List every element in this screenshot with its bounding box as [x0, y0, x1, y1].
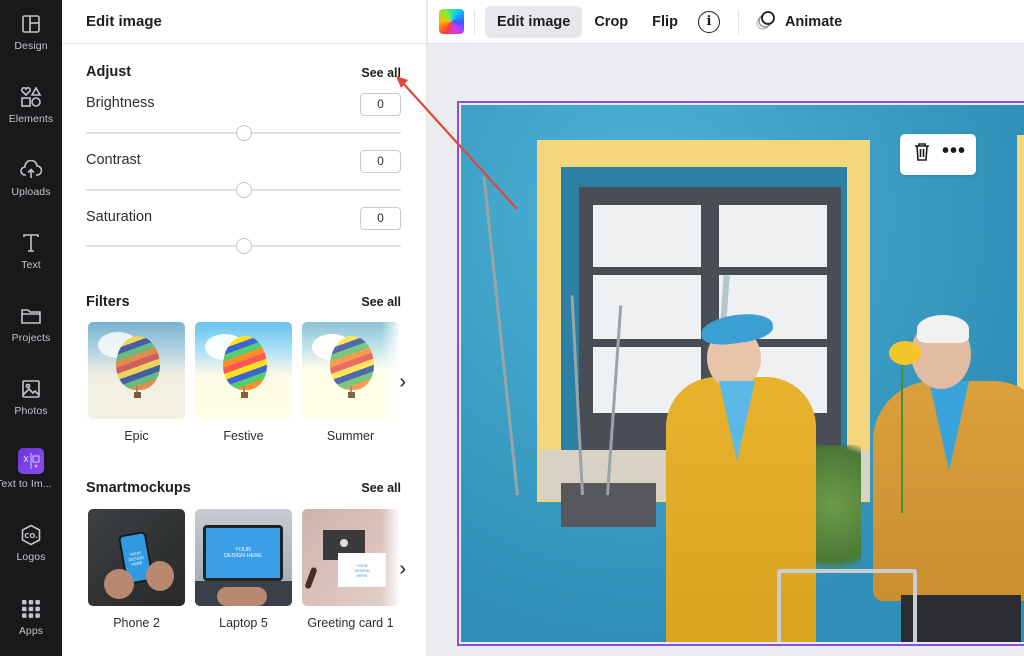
saturation-value-input[interactable]: 0	[360, 207, 401, 230]
svg-text:CO.: CO.	[24, 532, 38, 540]
element-float-menu: •••	[900, 134, 976, 175]
contrast-value-input[interactable]: 0	[360, 150, 401, 173]
logo-hexagon-icon: CO.	[19, 523, 43, 547]
filter-epic[interactable]: Epic	[88, 322, 185, 443]
filter-thumbnail	[195, 322, 292, 419]
folder-icon	[19, 304, 43, 328]
text-icon	[19, 231, 43, 255]
brightness-value-input[interactable]: 0	[360, 93, 401, 116]
mockup-label: Greeting card 1	[307, 616, 394, 630]
adjust-see-all-link[interactable]: See all	[361, 66, 401, 80]
rail-item-projects[interactable]: Projects	[0, 304, 62, 364]
filter-festive[interactable]: Festive	[195, 322, 292, 443]
saturation-label: Saturation	[86, 209, 153, 225]
filter-label: Festive	[223, 429, 264, 443]
filter-label: Summer	[326, 429, 375, 443]
slider-thumb[interactable]	[235, 238, 252, 254]
info-glyph: i	[706, 14, 712, 29]
rail-item-design[interactable]: Design	[0, 12, 62, 72]
design-canvas[interactable]: •••	[428, 45, 1024, 656]
mockup-thumbnail: YOUR DESIGN HERE	[88, 509, 185, 606]
rail-label: Projects	[11, 332, 51, 344]
adjust-title: Adjust	[86, 64, 132, 80]
mockup-phone-2[interactable]: YOUR DESIGN HERE Phone 2	[88, 509, 185, 630]
cloud-upload-icon	[19, 158, 43, 182]
animate-button[interactable]: Animate	[749, 9, 848, 35]
image-toolbar: Edit image Crop Flip i Animate	[428, 0, 1024, 44]
flip-button[interactable]: Flip	[640, 6, 690, 38]
rail-item-apps[interactable]: Apps	[0, 597, 62, 656]
smartmockups-see-all-link[interactable]: See all	[361, 481, 401, 495]
edit-image-button[interactable]: Edit image	[485, 5, 583, 38]
rail-item-text[interactable]: Text	[0, 231, 62, 291]
crop-button[interactable]: Crop	[582, 6, 640, 38]
toolbar-divider	[737, 9, 739, 34]
rail-item-text-to-image[interactable]: Text to Im...	[0, 448, 62, 508]
rail-label: Text to Im...	[0, 478, 52, 490]
rail-label: Photos	[14, 405, 48, 417]
animate-label: Animate	[784, 13, 843, 30]
brightness-slider[interactable]	[86, 125, 401, 141]
chevron-right-icon: ›	[399, 558, 406, 580]
edit-image-panel: Edit image Adjust See all Brightness 0 C…	[62, 0, 427, 656]
slider-thumb[interactable]	[235, 125, 252, 141]
apps-grid-icon	[19, 597, 43, 621]
smartmockups-row: YOUR DESIGN HERE Phone 2 YOUR DESIGN HER…	[88, 509, 399, 630]
filters-row: Epic Festive Summer	[88, 322, 399, 443]
selected-image-frame[interactable]	[457, 101, 1024, 646]
contrast-slider[interactable]	[86, 182, 401, 198]
rail-item-logos[interactable]: CO. Logos	[0, 523, 62, 583]
filters-title: Filters	[86, 294, 130, 310]
photo-elderly-couple[interactable]	[461, 105, 1024, 642]
smartmockups-next-button[interactable]: ›	[399, 558, 406, 581]
canva-editor: Design Elements Uploads Text Projects Ph…	[0, 0, 1024, 656]
delete-button[interactable]	[908, 141, 936, 169]
toolbar-divider	[474, 9, 475, 34]
chevron-right-icon: ›	[399, 371, 406, 393]
row-fade	[381, 509, 401, 606]
rail-label: Text	[21, 259, 41, 271]
mockup-thumbnail: YOUR DESIGN HERE	[195, 509, 292, 606]
mockup-screen-text: YOUR DESIGN HERE	[206, 528, 280, 578]
panel-title: Edit image	[62, 0, 426, 44]
filter-label: Epic	[124, 429, 149, 443]
row-fade	[381, 322, 401, 419]
mockup-screen-text: YOUR DESIGN HERE	[338, 553, 386, 587]
more-icon: •••	[941, 139, 966, 162]
mockup-laptop-5[interactable]: YOUR DESIGN HERE Laptop 5	[195, 509, 292, 630]
rail-label: Apps	[18, 625, 44, 637]
image-icon	[19, 377, 43, 401]
filters-next-button[interactable]: ›	[399, 371, 406, 394]
more-options-button[interactable]: •••	[940, 141, 968, 169]
color-picker-icon[interactable]	[439, 9, 464, 34]
brightness-label: Brightness	[86, 95, 155, 111]
contrast-label: Contrast	[86, 152, 141, 168]
rail-label: Logos	[16, 551, 46, 563]
text-to-image-app-icon	[18, 448, 44, 474]
animate-icon	[755, 9, 777, 35]
rail-item-uploads[interactable]: Uploads	[0, 158, 62, 218]
rail-label: Design	[14, 40, 48, 52]
left-rail: Design Elements Uploads Text Projects Ph…	[0, 0, 62, 656]
mockup-label: Laptop 5	[219, 616, 268, 630]
rail-label: Elements	[8, 113, 54, 125]
layout-icon	[19, 12, 43, 36]
rail-label: Uploads	[11, 186, 51, 198]
filters-see-all-link[interactable]: See all	[361, 295, 401, 309]
rail-item-elements[interactable]: Elements	[0, 85, 62, 145]
info-icon[interactable]: i	[697, 10, 720, 33]
smartmockups-title: Smartmockups	[86, 480, 191, 496]
filter-thumbnail	[88, 322, 185, 419]
saturation-slider[interactable]	[86, 238, 401, 254]
slider-thumb[interactable]	[235, 182, 252, 198]
mockup-label: Phone 2	[113, 616, 160, 630]
rail-item-photos[interactable]: Photos	[0, 377, 62, 437]
shapes-icon	[19, 85, 43, 109]
trash-icon	[913, 142, 931, 167]
